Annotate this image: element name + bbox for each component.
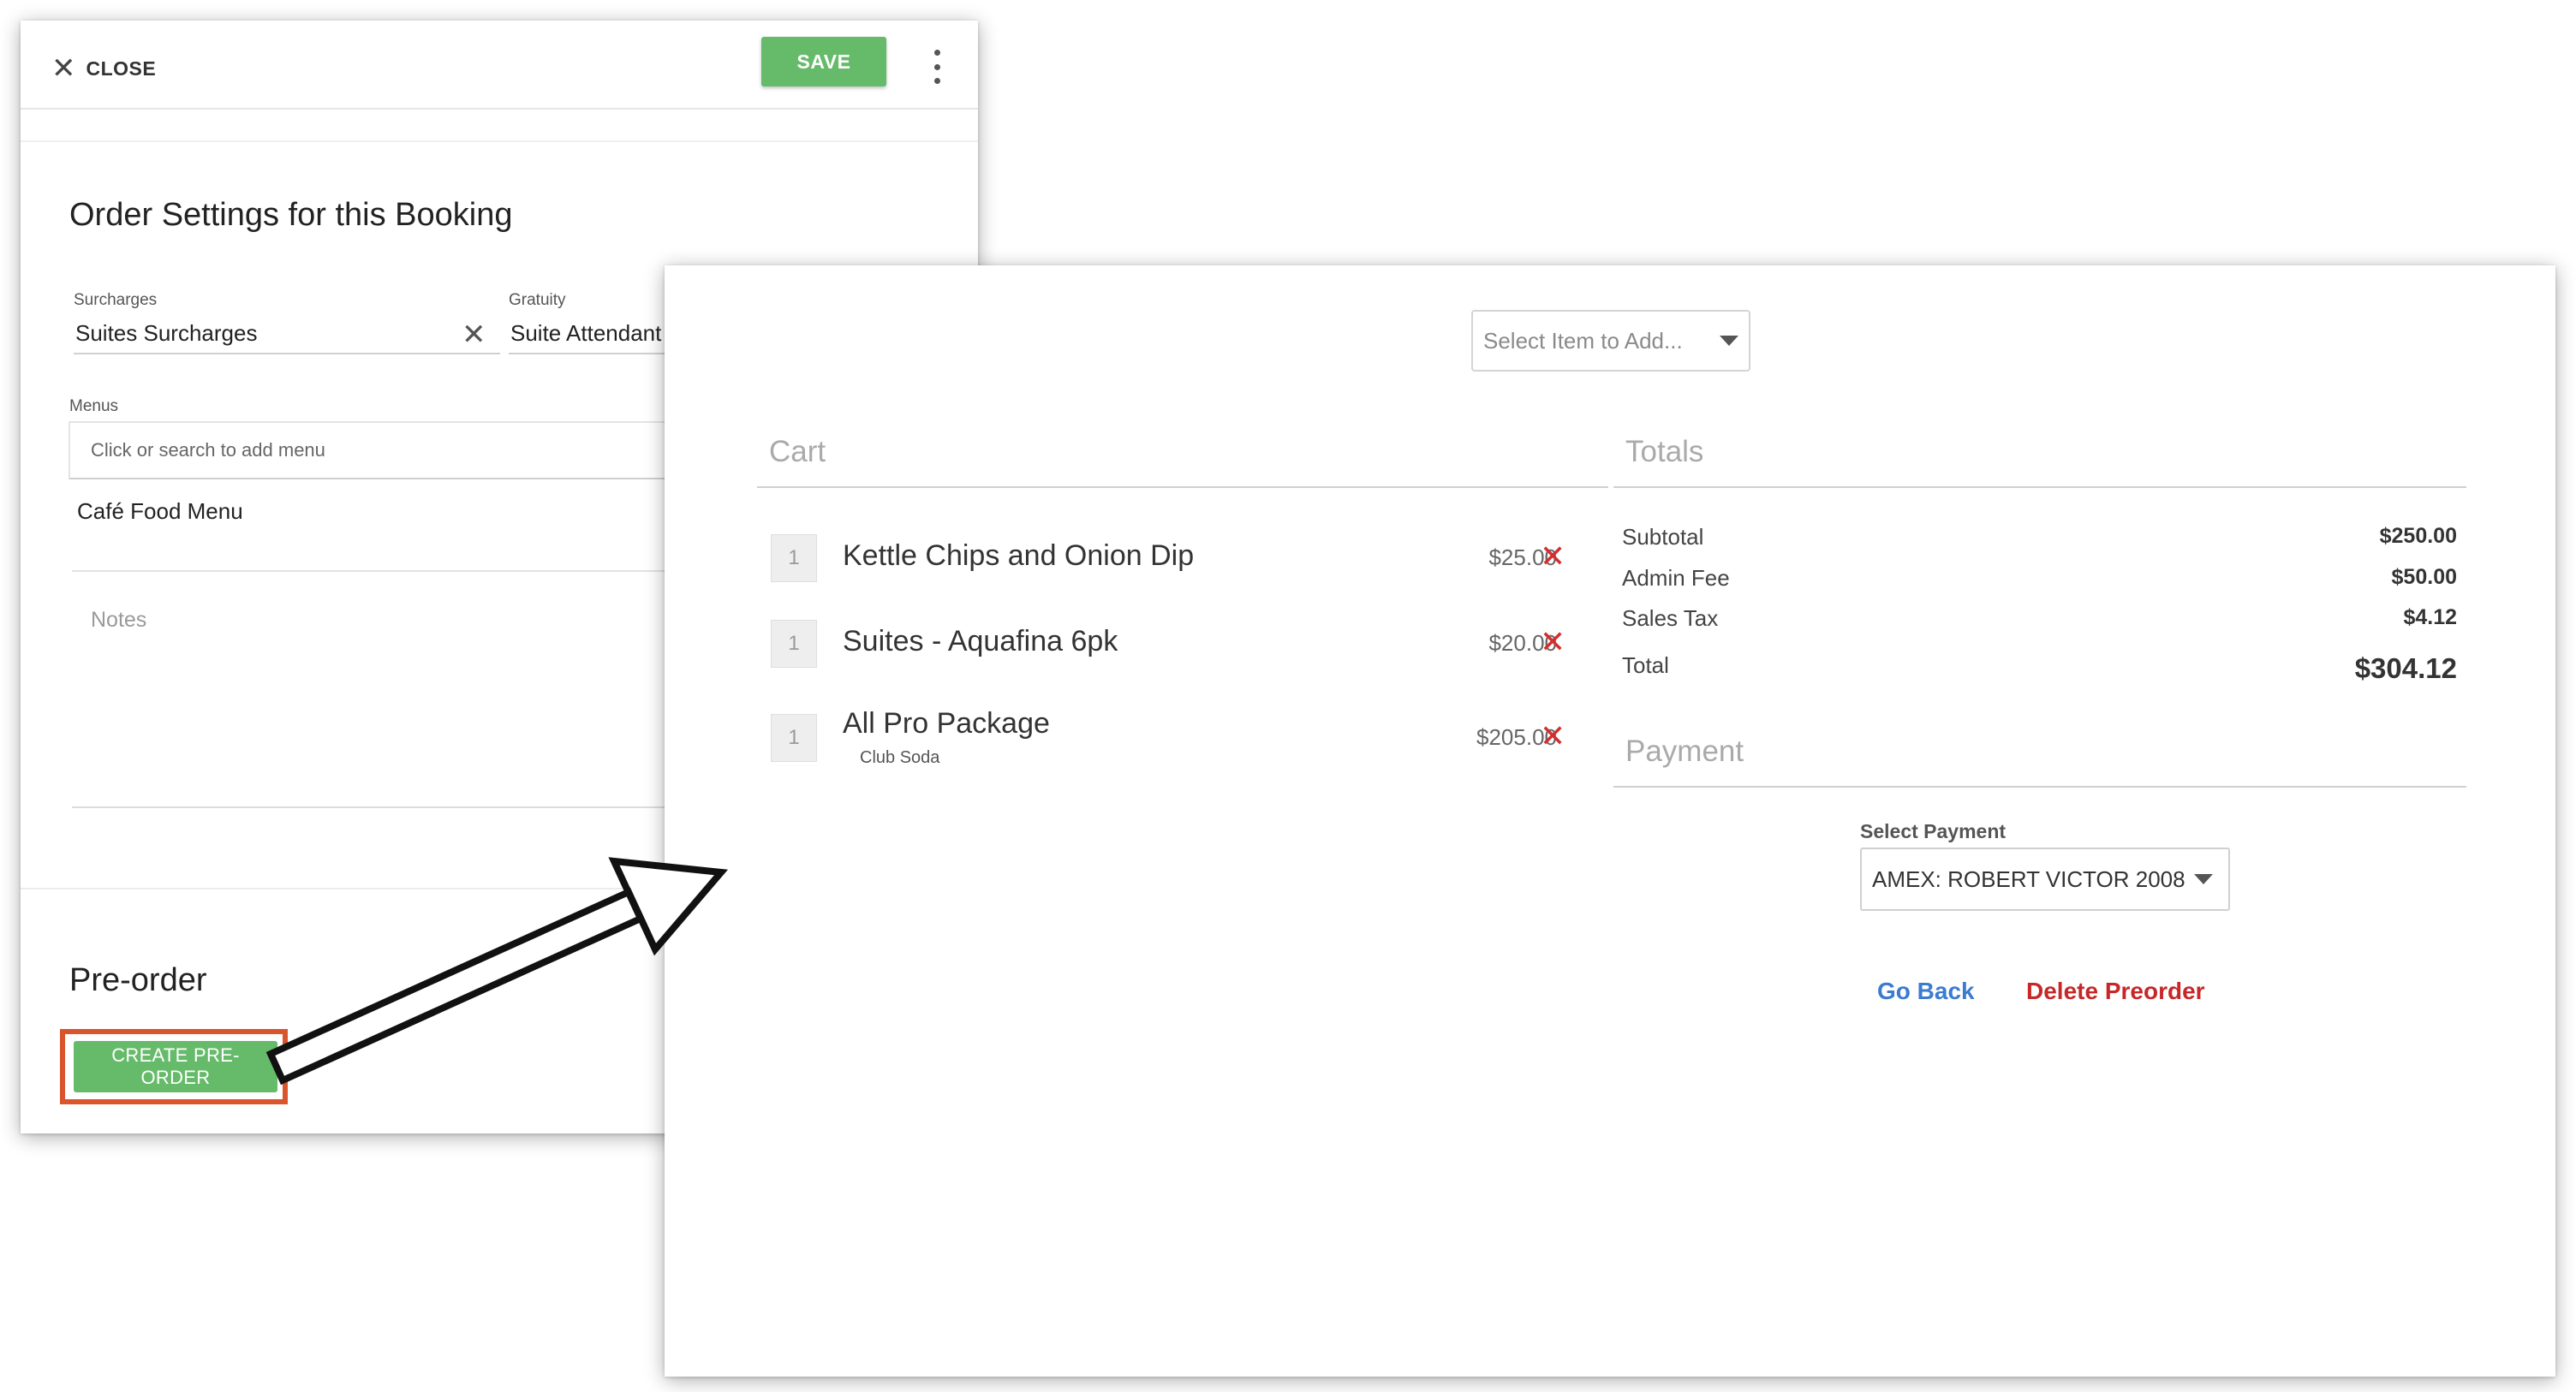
menus-label: Menus xyxy=(69,397,119,415)
more-vert-icon[interactable] xyxy=(928,50,945,84)
select-payment-label: Select Payment xyxy=(1860,820,2007,842)
save-button[interactable]: SAVE xyxy=(761,37,886,86)
surcharges-underline xyxy=(74,353,500,354)
remove-item-icon[interactable]: ✕ xyxy=(1540,627,1565,657)
select-item-dropdown[interactable]: Select Item to Add... xyxy=(1471,310,1750,372)
quantity-field[interactable]: 1 xyxy=(771,714,817,762)
dropdown-caret-icon xyxy=(2194,874,2213,884)
remove-item-icon[interactable]: ✕ xyxy=(1540,721,1565,752)
subtotal-value: $250.00 xyxy=(2379,524,2457,548)
item-name: All Pro Package xyxy=(843,707,1050,740)
admin-fee-value: $50.00 xyxy=(2391,565,2457,589)
payment-select[interactable]: AMEX: ROBERT VICTOR 2008 xyxy=(1860,848,2230,911)
dropdown-caret-icon xyxy=(1720,336,1738,346)
clear-icon[interactable]: ✕ xyxy=(462,320,486,349)
page-title: Order Settings for this Booking xyxy=(69,197,513,233)
sales-tax-value: $4.12 xyxy=(2403,605,2457,629)
quantity-field[interactable]: 1 xyxy=(771,534,817,582)
admin-fee-label: Admin Fee xyxy=(1622,565,1730,591)
cart-divider xyxy=(757,486,1608,488)
close-icon: ✕ xyxy=(51,52,76,85)
sales-tax-label: Sales Tax xyxy=(1622,605,1719,631)
create-preorder-button[interactable]: CREATE PRE-ORDER xyxy=(74,1041,277,1092)
surcharges-select[interactable]: Suites Surcharges xyxy=(75,320,257,347)
item-modifier: Club Soda xyxy=(860,748,940,767)
payment-divider xyxy=(1613,786,2466,788)
cart-heading: Cart xyxy=(769,435,826,468)
quantity-field[interactable]: 1 xyxy=(771,620,817,668)
delete-preorder-button[interactable]: Delete Preorder xyxy=(2026,978,2205,1005)
total-value: $304.12 xyxy=(2354,652,2457,684)
surcharges-label: Surcharges xyxy=(74,291,158,309)
preorder-cart-panel: Select Item to Add... Cart Totals 1 Kett… xyxy=(665,265,2555,1377)
gratuity-label: Gratuity xyxy=(509,291,566,309)
top-toolbar: ✕ CLOSE SAVE xyxy=(21,21,978,110)
total-label: Total xyxy=(1622,652,1669,678)
payment-select-value: AMEX: ROBERT VICTOR 2008 xyxy=(1872,866,2185,892)
item-name: Suites - Aquafina 6pk xyxy=(843,625,1118,657)
close-button[interactable]: ✕ CLOSE xyxy=(51,51,156,86)
totals-heading: Totals xyxy=(1625,435,1704,468)
divider xyxy=(21,140,978,142)
select-item-placeholder: Select Item to Add... xyxy=(1483,327,1683,354)
gratuity-select[interactable]: Suite Attendant xyxy=(510,320,661,347)
preorder-title: Pre-order xyxy=(69,962,207,998)
item-name: Kettle Chips and Onion Dip xyxy=(843,539,1195,572)
remove-item-icon[interactable]: ✕ xyxy=(1540,541,1565,572)
close-label: CLOSE xyxy=(86,57,157,80)
go-back-button[interactable]: Go Back xyxy=(1877,978,1975,1005)
payment-heading: Payment xyxy=(1625,735,1744,768)
totals-divider xyxy=(1613,486,2466,488)
selected-menu-item[interactable]: Café Food Menu xyxy=(77,498,243,525)
subtotal-label: Subtotal xyxy=(1622,524,1704,550)
